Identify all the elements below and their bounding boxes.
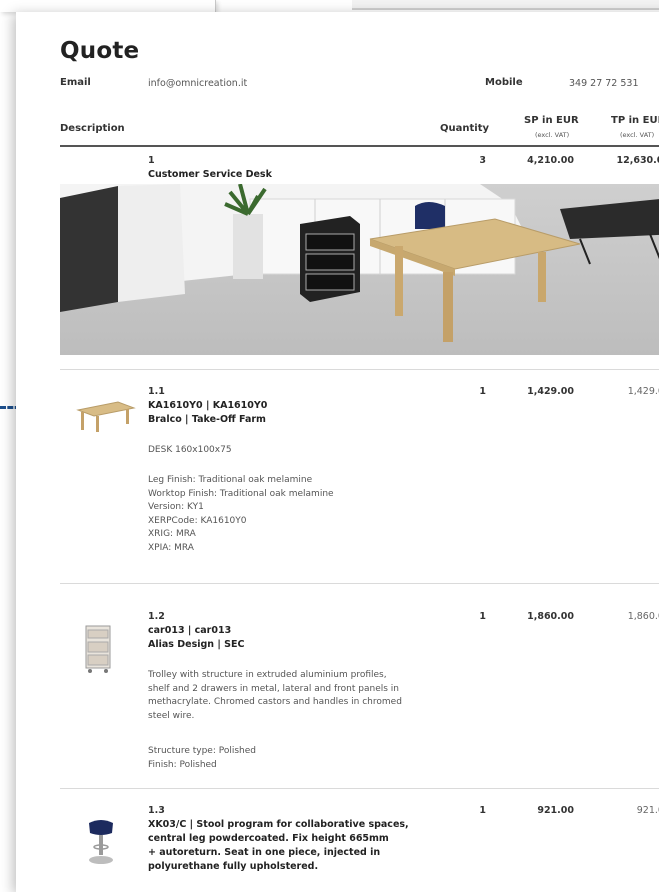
column-sp-sub: (excl. VAT) bbox=[535, 131, 570, 139]
group-number: 1 bbox=[148, 155, 155, 166]
item-sp: 1,860.00 bbox=[527, 611, 574, 622]
column-quantity: Quantity bbox=[440, 123, 489, 134]
background-document-left bbox=[0, 0, 216, 12]
item-tp: 1,429.00 bbox=[627, 386, 659, 397]
item-thumbnail-trolley bbox=[82, 624, 114, 678]
email-value[interactable]: info@omnicreation.it bbox=[148, 78, 247, 89]
item-sp: 921.00 bbox=[537, 805, 574, 816]
group-render-image bbox=[60, 184, 659, 355]
item-number: 1.3 bbox=[148, 805, 165, 816]
group-quantity: 3 bbox=[479, 155, 486, 166]
item-sp: 1,429.00 bbox=[527, 386, 574, 397]
background-document-right bbox=[352, 0, 659, 10]
group-sp: 4,210.00 bbox=[527, 155, 574, 166]
item-tp: 1,860.00 bbox=[627, 611, 659, 622]
quote-page: Quote Email info@omnicreation.it Mobile … bbox=[16, 12, 659, 892]
item-quantity: 1 bbox=[479, 386, 486, 397]
column-description: Description bbox=[60, 123, 125, 134]
item-quantity: 1 bbox=[479, 611, 486, 622]
item-title: car013 | car013 Alias Design | SEC bbox=[148, 625, 245, 650]
row-divider bbox=[60, 583, 659, 584]
page-title: Quote bbox=[60, 38, 140, 64]
item-description: Trolley with structure in extruded alumi… bbox=[148, 670, 402, 721]
email-label: Email bbox=[60, 77, 91, 88]
row-divider bbox=[60, 369, 659, 370]
item-title: KA1610Y0 | KA1610Y0 Bralco | Take-Off Fa… bbox=[148, 400, 268, 425]
item-tp: 921.00 bbox=[636, 805, 659, 816]
column-tp: TP in EUR bbox=[611, 115, 659, 126]
item-details: Leg Finish: Traditional oak melamine Wor… bbox=[148, 475, 334, 553]
row-divider bbox=[60, 788, 659, 789]
group-tp: 12,630.00 bbox=[616, 155, 659, 166]
mobile-value: 349 27 72 531 bbox=[569, 78, 639, 89]
mobile-label: Mobile bbox=[485, 77, 523, 88]
item-number: 1.2 bbox=[148, 611, 165, 622]
item-number: 1.1 bbox=[148, 386, 165, 397]
item-title: XK03/C | Stool program for collaborative… bbox=[148, 819, 409, 872]
item-description: DESK 160x100x75 bbox=[148, 445, 232, 455]
item-details: Structure type: Polished Finish: Polishe… bbox=[148, 746, 256, 770]
item-thumbnail-stool bbox=[86, 817, 116, 871]
item-thumbnail-desk bbox=[76, 400, 136, 436]
column-sp: SP in EUR bbox=[524, 115, 579, 126]
column-tp-sub: (excl. VAT) bbox=[620, 131, 655, 139]
group-title: Customer Service Desk bbox=[148, 169, 272, 180]
item-quantity: 1 bbox=[479, 805, 486, 816]
header-rule bbox=[60, 145, 659, 147]
